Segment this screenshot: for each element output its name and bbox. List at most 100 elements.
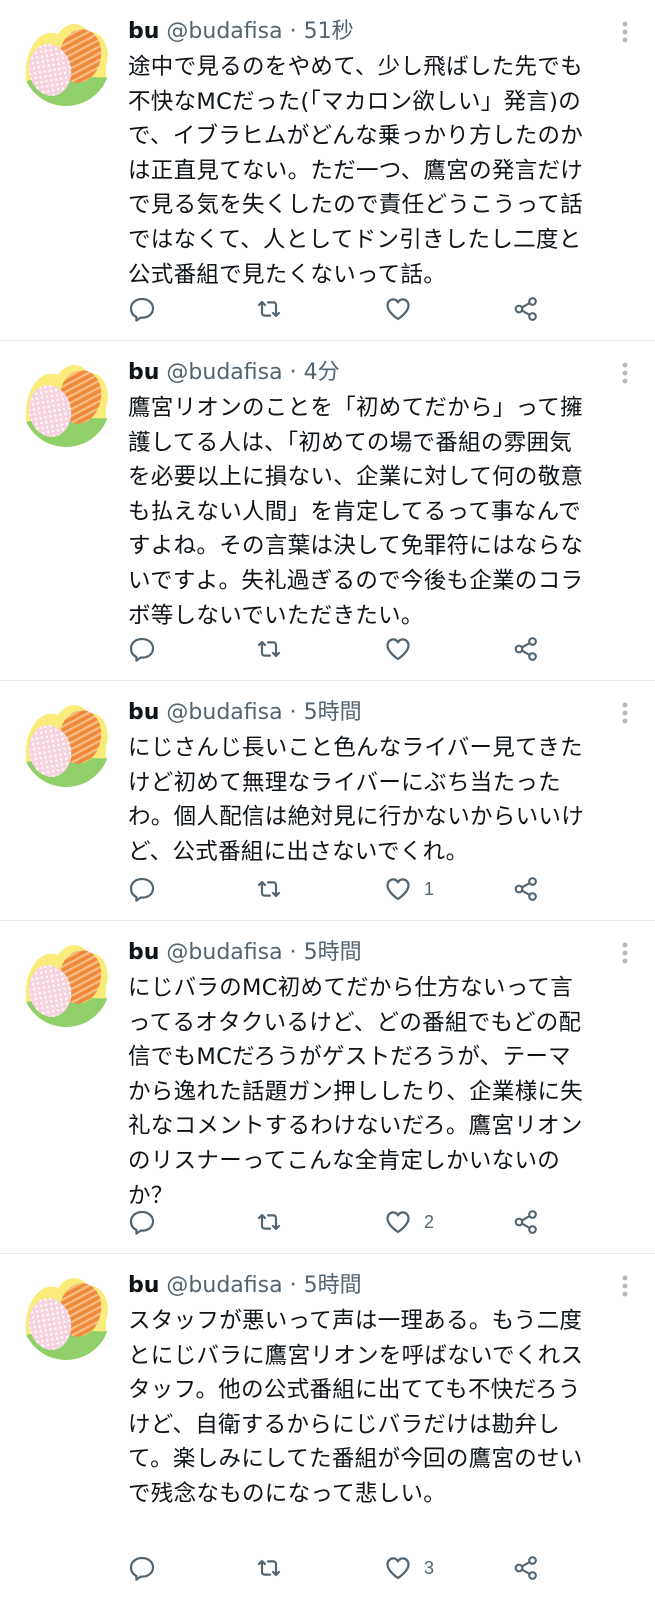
tweet-text-line: 礼なコメントするわけないだろ。鷹宮リオン: [128, 1113, 583, 1140]
tweet-text: にじさんじ長いこと色んなライバー見てきた けど初めて無理なライバーにぶち当たったわ…: [128, 731, 627, 869]
avatar[interactable]: [22, 18, 110, 106]
tweet-timestamp[interactable]: 5時間: [304, 940, 362, 965]
retweet-icon: [257, 880, 281, 898]
tweet-timestamp[interactable]: 5時間: [304, 700, 362, 725]
tweet-header: bu @budafisa · 5時間: [128, 697, 627, 729]
reply-icon: [129, 877, 155, 902]
tweet-text-line: のリスナーってこんな全肯定しかいないの: [128, 1147, 561, 1174]
reply-button[interactable]: [128, 1553, 156, 1583]
tweet-text-line: スタッフが悪いって声は一理ある。もう二度: [128, 1308, 583, 1334]
share-button[interactable]: [512, 1207, 540, 1237]
like-button[interactable]: [384, 294, 424, 324]
retweet-button[interactable]: [255, 294, 283, 324]
avatar[interactable]: [22, 699, 110, 787]
tweet-timestamp[interactable]: 4分: [304, 360, 340, 385]
tweet-text-line: 鷹宮リオンのことを「初めてだから」って擁: [128, 395, 583, 421]
tweet-actions: 2: [128, 1207, 627, 1237]
tweet-text-line: けど初めて無理なライバーにぶち当たった: [128, 769, 561, 796]
tweet-text-line: 不快なMCだった(「マカロン欲しい」発言)の: [128, 88, 582, 115]
share-button[interactable]: [512, 634, 540, 664]
tweet-text-line: いですよ。失礼過ぎるので今後も企業のコラ: [128, 567, 584, 594]
tweet-text-line: ではなくて、人としてドン引きしたし二度と: [128, 226, 582, 253]
avatar-easter-eggs-image: [22, 699, 110, 787]
separator-dot: ·: [289, 700, 297, 725]
reply-button[interactable]: [128, 294, 156, 324]
user-handle[interactable]: @budafisa: [166, 700, 282, 725]
tweet-header: bu @budafisa · 4分: [128, 357, 627, 389]
reply-icon: [129, 297, 155, 322]
more-options-icon[interactable]: [613, 16, 637, 48]
tweet-text-line: で、イブラヒムがどんな乗っかり方したのか: [128, 123, 584, 150]
retweet-button[interactable]: [255, 874, 283, 904]
tweet-text-line: で残念なものになって悲しい。: [128, 1480, 447, 1507]
tweet-text-line: にじバラのMC初めてだから仕方ないって言: [128, 975, 573, 1001]
avatar[interactable]: [22, 359, 110, 447]
heart-icon: [386, 1211, 410, 1234]
like-button[interactable]: [384, 634, 424, 664]
tweet-actions: 3: [128, 1553, 627, 1583]
user-handle[interactable]: @budafisa: [166, 940, 282, 965]
tweet[interactable]: bu @budafisa · 51秒 途中で見るのをやめて、少し飛ばした先でも不…: [0, 0, 655, 341]
tweet-text-line: 信でもMCだろうがゲストだろうが、テーマ: [128, 1044, 571, 1071]
tweet[interactable]: bu @budafisa · 5時間 にじさんじ長いこと色んなライバー見てきたけ…: [0, 681, 655, 921]
reply-button[interactable]: [128, 874, 156, 904]
more-options-icon[interactable]: [613, 937, 637, 969]
tweet-text-line: から逸れた話題ガン押ししたり、企業様に失: [128, 1078, 584, 1105]
retweet-button[interactable]: [255, 1207, 283, 1237]
avatar-easter-eggs-image: [22, 359, 110, 447]
tweet[interactable]: bu @budafisa · 4分 鷹宮リオンのことを「初めてだから」って擁 護し…: [0, 341, 655, 681]
tweet-header: bu @budafisa · 51秒: [128, 16, 627, 48]
tweet-text-line: で見る気を失くしたので責任どうこうって話: [128, 192, 583, 219]
retweet-icon: [257, 640, 281, 658]
more-options-icon[interactable]: [613, 697, 637, 729]
tweet-timestamp[interactable]: 5時間: [304, 1273, 362, 1298]
reply-button[interactable]: [128, 1207, 156, 1237]
user-handle[interactable]: @budafisa: [166, 360, 282, 385]
like-button[interactable]: 3: [384, 1553, 434, 1583]
retweet-button[interactable]: [255, 634, 283, 664]
tweet-actions: 1: [128, 874, 627, 904]
user-name[interactable]: bu: [128, 1273, 159, 1298]
tweet-text-line: タッフ。他の公式番組に出てても不快だろう: [128, 1377, 581, 1404]
tweet-text-line: を必要以上に損ない、企業に対して何の敬意: [128, 464, 584, 491]
more-options-icon[interactable]: [613, 357, 637, 389]
retweet-button[interactable]: [255, 1553, 283, 1583]
tweet[interactable]: bu @budafisa · 5時間 スタッフが悪いって声は一理ある。もう二度と…: [0, 1254, 655, 1599]
tweet-text: 鷹宮リオンのことを「初めてだから」って擁 護してる人は、「初めての場で番組の雰囲気…: [128, 391, 627, 633]
share-button[interactable]: [512, 874, 540, 904]
avatar[interactable]: [22, 1272, 110, 1360]
like-button[interactable]: 2: [384, 1207, 434, 1237]
like-button[interactable]: 1: [384, 874, 434, 904]
tweet-timeline: bu @budafisa · 51秒 途中で見るのをやめて、少し飛ばした先でも不…: [0, 0, 655, 1599]
separator-dot: ·: [289, 1273, 297, 1298]
user-name[interactable]: bu: [128, 940, 159, 965]
heart-icon: [386, 878, 410, 901]
tweet-text: にじバラのMC初めてだから仕方ないって言 ってるオタクいるけど、どの番組でもどの配…: [128, 971, 627, 1213]
tweet[interactable]: bu @budafisa · 5時間 にじバラのMC初めてだから仕方ないって言っ…: [0, 921, 655, 1254]
retweet-icon: [257, 1559, 281, 1577]
user-name[interactable]: bu: [128, 700, 159, 725]
tweet-timestamp[interactable]: 51秒: [304, 19, 354, 44]
tweet-text-line: 公式番組で見たくないって話。: [128, 261, 447, 288]
tweet-actions: [128, 634, 627, 664]
reply-button[interactable]: [128, 634, 156, 664]
more-options-icon[interactable]: [613, 1270, 637, 1302]
tweet-header: bu @budafisa · 5時間: [128, 1270, 627, 1302]
tweet-text-line: も払えない人間」を肯定してるって事なんで: [128, 498, 582, 525]
avatar[interactable]: [22, 939, 110, 1027]
tweet-text-line: わ。個人配信は絶対見に行かないからいいけ: [128, 804, 585, 831]
share-icon: [514, 1210, 537, 1234]
user-name[interactable]: bu: [128, 360, 159, 385]
tweet-text-line: 途中で見るのをやめて、少し飛ばした先でも: [128, 54, 583, 80]
heart-icon: [386, 638, 410, 661]
share-button[interactable]: [512, 1553, 540, 1583]
tweet-text: スタッフが悪いって声は一理ある。もう二度 とにじバラに鷹宮リオンを呼ばないでくれス…: [128, 1304, 627, 1512]
tweet-text-line: 護してる人は、「初めての場で番組の雰囲気: [128, 429, 573, 456]
avatar-easter-eggs-image: [22, 939, 110, 1027]
share-button[interactable]: [512, 294, 540, 324]
user-handle[interactable]: @budafisa: [166, 1273, 282, 1298]
user-handle[interactable]: @budafisa: [166, 19, 282, 44]
user-name[interactable]: bu: [128, 19, 159, 44]
heart-icon: [386, 298, 410, 321]
reply-icon: [129, 1556, 155, 1581]
